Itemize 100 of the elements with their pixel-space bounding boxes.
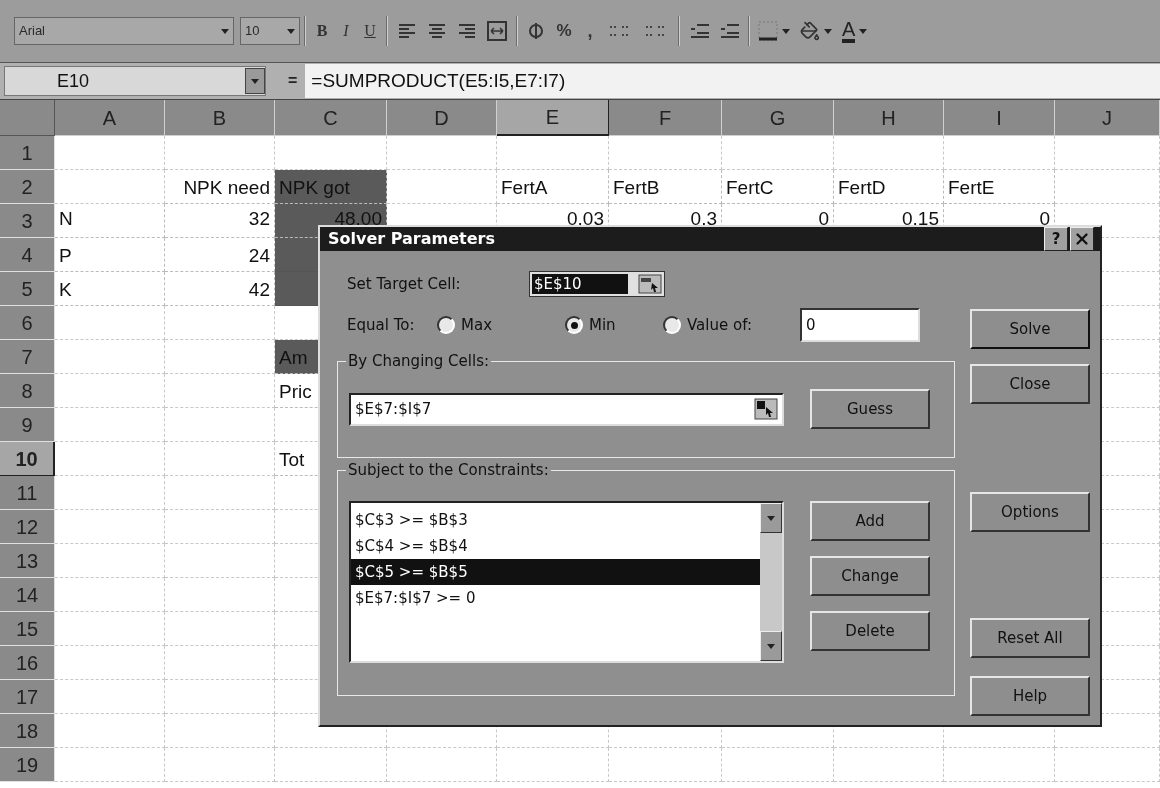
grid-cell[interactable] <box>165 578 275 612</box>
grid-cell[interactable] <box>722 748 834 782</box>
merge-center-icon[interactable] <box>487 21 507 41</box>
row-header[interactable]: 13 <box>0 544 55 578</box>
grid-cell[interactable] <box>497 748 609 782</box>
font-name-dropdown[interactable]: Arial <box>14 17 234 45</box>
grid-cell[interactable] <box>609 748 722 782</box>
grid-cell[interactable] <box>387 170 497 204</box>
name-box[interactable]: E10 <box>4 66 266 96</box>
bold-button[interactable]: B <box>310 19 334 43</box>
column-header[interactable]: F <box>609 100 722 136</box>
grid-cell[interactable] <box>55 544 165 578</box>
value-of-field[interactable]: 0 <box>800 308 920 342</box>
grid-cell[interactable] <box>497 136 609 170</box>
column-header[interactable]: A <box>55 100 165 136</box>
close-button[interactable] <box>1070 227 1094 251</box>
grid-cell[interactable] <box>165 408 275 442</box>
dialog-button[interactable]: Solve <box>970 309 1090 349</box>
grid-cell[interactable] <box>387 748 497 782</box>
italic-button[interactable]: I <box>334 19 358 43</box>
grid-cell[interactable] <box>55 612 165 646</box>
row-header[interactable]: 15 <box>0 612 55 646</box>
row-header[interactable]: 2 <box>0 170 55 204</box>
row-header[interactable]: 4 <box>0 238 55 272</box>
align-right-icon[interactable] <box>457 22 477 40</box>
grid-cell[interactable] <box>55 578 165 612</box>
row-header[interactable]: 5 <box>0 272 55 306</box>
align-center-icon[interactable] <box>427 22 447 40</box>
grid-cell[interactable] <box>165 476 275 510</box>
underline-button[interactable]: U <box>358 19 382 43</box>
row-header[interactable]: 1 <box>0 136 55 170</box>
decrease-indent-icon[interactable] <box>689 22 709 40</box>
target-cell-field[interactable]: $E$10 <box>529 271 665 297</box>
percent-button[interactable]: % <box>550 18 578 44</box>
dialog-button[interactable]: Guess <box>810 389 930 429</box>
grid-cell[interactable] <box>722 136 834 170</box>
grid-cell[interactable] <box>165 442 275 476</box>
collapse-dialog-icon[interactable] <box>638 274 662 294</box>
row-header[interactable]: 9 <box>0 408 55 442</box>
grid-cell[interactable] <box>165 374 275 408</box>
grid-cell[interactable] <box>275 748 387 782</box>
scrollbar[interactable] <box>760 503 782 661</box>
row-header[interactable]: 14 <box>0 578 55 612</box>
row-header[interactable]: 16 <box>0 646 55 680</box>
column-header[interactable]: C <box>275 100 387 136</box>
dialog-button[interactable]: Help <box>970 676 1090 716</box>
grid-cell[interactable] <box>165 136 275 170</box>
grid-cell[interactable] <box>609 136 722 170</box>
grid-cell[interactable] <box>165 612 275 646</box>
constraint-item[interactable]: $C$5 >= $B$5 <box>351 559 760 585</box>
font-color-button[interactable]: A <box>842 19 856 43</box>
grid-cell[interactable] <box>55 510 165 544</box>
constraint-item[interactable]: $C$3 >= $B$3 <box>351 507 760 533</box>
column-header[interactable]: B <box>165 100 275 136</box>
grid-cell[interactable] <box>387 136 497 170</box>
grid-cell[interactable] <box>165 680 275 714</box>
row-header[interactable]: 19 <box>0 748 55 782</box>
grid-cell[interactable] <box>55 340 165 374</box>
constraint-item[interactable]: $E$7:$I$7 >= 0 <box>351 585 760 611</box>
grid-cell[interactable] <box>165 714 275 748</box>
column-header[interactable]: H <box>834 100 944 136</box>
grid-cell[interactable] <box>1055 136 1160 170</box>
currency-icon[interactable] <box>528 22 544 40</box>
constraint-item[interactable]: $C$4 >= $B$4 <box>351 533 760 559</box>
grid-cell[interactable] <box>55 374 165 408</box>
borders-icon[interactable] <box>758 21 778 41</box>
grid-cell[interactable] <box>55 306 165 340</box>
dialog-button[interactable]: Add <box>810 501 930 541</box>
grid-cell[interactable] <box>1055 748 1160 782</box>
grid-cell[interactable] <box>834 136 944 170</box>
increase-indent-icon[interactable] <box>719 22 739 40</box>
help-button[interactable]: ? <box>1044 227 1068 251</box>
dialog-button[interactable]: Options <box>970 492 1090 532</box>
grid-cell[interactable] <box>165 510 275 544</box>
row-header[interactable]: 11 <box>0 476 55 510</box>
grid-cell[interactable] <box>1055 170 1160 204</box>
row-header[interactable]: 10 <box>0 442 55 476</box>
grid-cell[interactable] <box>55 476 165 510</box>
grid-cell[interactable] <box>55 170 165 204</box>
dialog-button[interactable]: Delete <box>810 611 930 651</box>
grid-cell[interactable] <box>55 442 165 476</box>
row-header[interactable]: 17 <box>0 680 55 714</box>
grid-cell[interactable] <box>55 714 165 748</box>
grid-cell[interactable] <box>944 136 1055 170</box>
changing-cells-field[interactable]: $E$7:$I$7 <box>349 392 784 426</box>
grid-cell[interactable] <box>55 646 165 680</box>
grid-cell[interactable] <box>165 748 275 782</box>
column-header[interactable]: D <box>387 100 497 136</box>
column-header[interactable]: I <box>944 100 1055 136</box>
fill-color-icon[interactable] <box>800 21 820 41</box>
grid-cell[interactable] <box>165 544 275 578</box>
grid-cell[interactable] <box>165 646 275 680</box>
column-header[interactable]: E <box>497 100 609 136</box>
select-all-corner[interactable] <box>0 100 55 136</box>
grid-cell[interactable] <box>834 748 944 782</box>
comma-button[interactable]: , <box>578 17 602 45</box>
radio-button[interactable] <box>663 316 681 334</box>
dialog-button[interactable]: Change <box>810 556 930 596</box>
row-header[interactable]: 8 <box>0 374 55 408</box>
dialog-button[interactable]: Reset All <box>970 618 1090 658</box>
